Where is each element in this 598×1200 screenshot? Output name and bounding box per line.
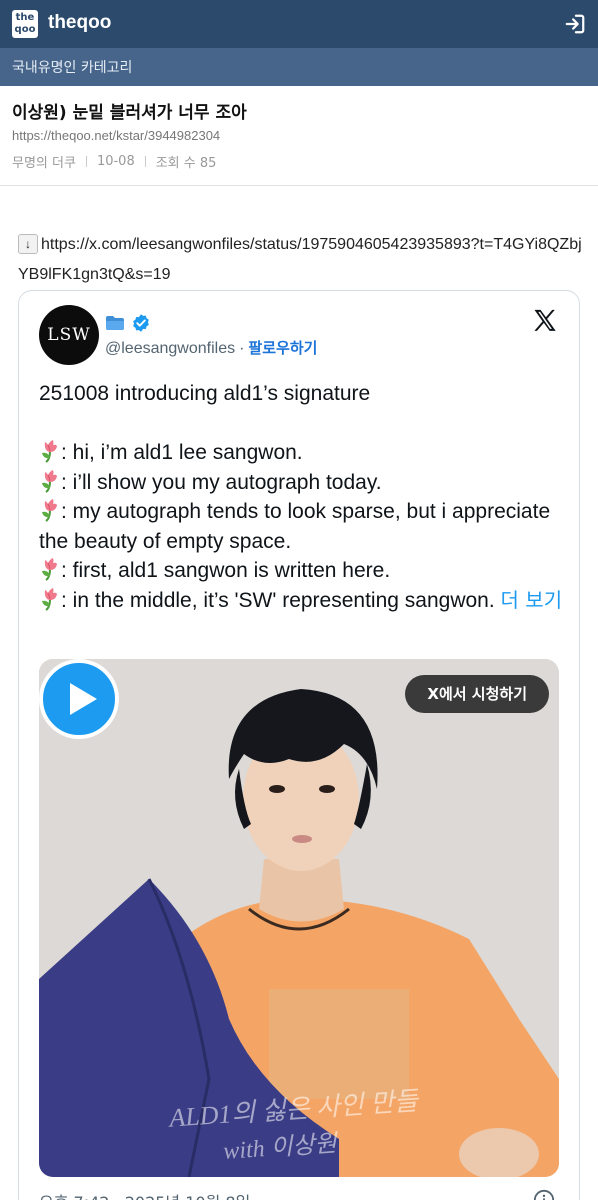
header-divider — [0, 185, 598, 186]
tweet-timestamp[interactable]: 오후 7:42 · 2025년 10월 8일 — [39, 1189, 250, 1200]
tweet-line: : hi, i’m ald1 lee sangwon. — [39, 438, 564, 468]
post-date: 10-08 — [96, 154, 135, 169]
meta-separator — [85, 156, 87, 167]
theqoo-logo-icon[interactable]: the qoo — [12, 10, 38, 38]
watch-on-x-button[interactable]: X에서 시청하기 — [405, 675, 549, 713]
post-title: 이상원) 눈밑 블러셔가 너무 조아 — [12, 103, 247, 123]
follow-button[interactable]: 팔로우하기 — [248, 339, 317, 357]
tulip-icon — [42, 587, 57, 611]
tweet-line: : in the middle, it’s 'SW' representing … — [39, 586, 564, 616]
tulip-icon — [42, 440, 57, 463]
tweet-handle[interactable]: @leesangwonfiles — [105, 340, 235, 357]
link-url[interactable]: https://x.com/leesangwonfiles/status/197… — [18, 236, 582, 283]
tweet-embed[interactable]: LSW @leesangwonfiles · 팔로우하기 251008 introd… — [18, 290, 580, 1200]
content-link[interactable]: ↓ https://x.com/leesangwonfiles/status/19… — [18, 230, 588, 290]
dot-separator: · — [239, 340, 245, 357]
site-brand[interactable]: theqoo — [48, 12, 111, 34]
category-label[interactable]: 국내유명인 카테고리 — [12, 57, 132, 77]
play-icon[interactable] — [39, 659, 119, 739]
post-url[interactable]: https://theqoo.net/kstar/3944982304 — [12, 128, 220, 143]
post-meta: 무명의 더쿠 10-08 조회 수 85 — [12, 152, 216, 171]
tweet-line: : my autograph tends to look sparse, but… — [39, 497, 564, 556]
avatar[interactable]: LSW — [39, 305, 99, 365]
tulip-icon — [42, 469, 57, 493]
meta-separator — [144, 156, 146, 167]
tweet-line-text: : first, ald1 sangwon is written here. — [61, 559, 391, 582]
tweet-text: 251008 introducing ald1’s signature : hi… — [39, 379, 564, 615]
tweet-line-text: : i’ll show you my autograph today. — [61, 470, 382, 494]
tweet-line-text: : in the middle, it’s 'SW' representing … — [61, 588, 495, 612]
tweet-line: : first, ald1 sangwon is written here. — [39, 556, 564, 586]
more-link[interactable]: 더 보기 — [501, 588, 563, 612]
tweet-line — [39, 409, 564, 439]
info-icon[interactable] — [533, 1189, 555, 1200]
post-views: 조회 수 85 — [155, 156, 217, 171]
x-logo-icon[interactable] — [531, 307, 559, 335]
folder-icon — [106, 316, 124, 330]
category-bar[interactable]: 국내유명인 카테고리 — [0, 48, 598, 86]
down-arrow-icon: ↓ — [18, 234, 38, 254]
tulip-icon — [42, 499, 57, 522]
tweet-line: : i’ll show you my autograph today. — [39, 468, 564, 498]
login-icon[interactable] — [564, 13, 586, 35]
tulip-icon — [42, 558, 57, 581]
verified-icon — [133, 314, 149, 332]
post-author: 무명의 더쿠 — [12, 156, 76, 171]
tweet-handle-row: @leesangwonfiles · 팔로우하기 — [105, 337, 317, 358]
tweet-video[interactable]: X에서 시청하기 ALD1의 싫은 사인 만들 with 이상원 — [39, 659, 559, 1177]
tweet-line-text: : my autograph tends to look sparse, but… — [39, 500, 551, 553]
top-bar: the qoo theqoo — [0, 0, 598, 48]
tweet-line-text: : hi, i’m ald1 lee sangwon. — [61, 441, 303, 464]
tweet-line: 251008 introducing ald1’s signature — [39, 382, 371, 405]
